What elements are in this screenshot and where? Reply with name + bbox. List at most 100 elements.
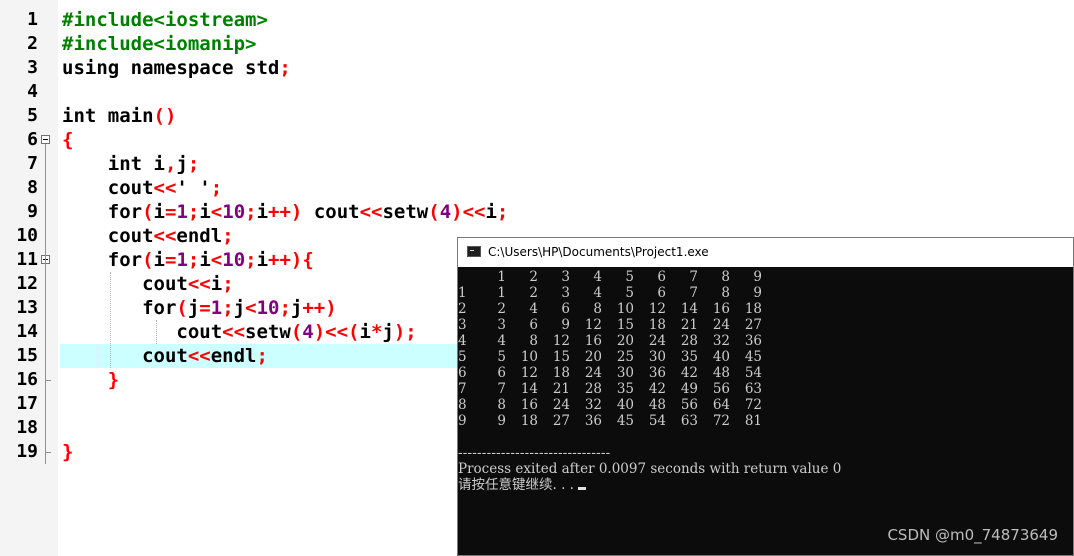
code-line[interactable]: cout<<' '; xyxy=(62,176,222,200)
code-line[interactable]: cout<<endl; xyxy=(62,224,234,248)
code-token: << xyxy=(187,345,211,367)
code-token: ; xyxy=(279,57,291,79)
code-token: 1 xyxy=(176,249,188,271)
code-token: j xyxy=(382,321,394,343)
console-app-icon xyxy=(467,246,481,257)
console-cell: 12 xyxy=(648,301,666,317)
console-cell: 36 xyxy=(648,365,666,381)
code-line[interactable]: cout<<endl; xyxy=(62,344,268,368)
console-line: 请按任意键继续. . . xyxy=(458,477,1073,493)
console-cell: 36 xyxy=(744,333,762,349)
console-cell: 1 xyxy=(458,285,467,301)
console-cell: 4 xyxy=(529,301,538,317)
code-token: j xyxy=(233,297,246,319)
fold-line xyxy=(45,144,46,464)
console-cell: 8 xyxy=(721,269,730,285)
code-token: j xyxy=(176,153,188,175)
console-cell: 7 xyxy=(689,269,698,285)
code-line[interactable]: } xyxy=(62,368,119,392)
code-token: ; xyxy=(279,297,291,319)
code-token: * xyxy=(370,321,383,343)
code-token: #include<iostream> xyxy=(62,9,268,31)
console-cell: 8 xyxy=(721,285,730,301)
console-cell: 18 xyxy=(520,413,538,429)
console-line: 7 7 14 21 28 35 42 49 56 63 xyxy=(458,381,1073,397)
console-cell: 49 xyxy=(680,381,698,397)
code-line[interactable]: for(j=1;j<10;j++) xyxy=(62,296,337,320)
console-cell: 8 xyxy=(497,397,506,413)
code-token: << xyxy=(222,321,246,343)
line-number: 9 xyxy=(27,201,38,222)
code-token: endl xyxy=(210,345,257,367)
console-cell: 5 xyxy=(625,285,634,301)
console-cell: 56 xyxy=(712,381,730,397)
console-line: 4 4 8 12 16 20 24 28 32 36 xyxy=(458,333,1073,349)
console-cell: 6 xyxy=(657,269,666,285)
code-token: 1 xyxy=(210,297,223,319)
line-number: 2 xyxy=(27,33,38,54)
console-cell: 2 xyxy=(529,285,538,301)
code-token: = xyxy=(164,201,177,223)
code-line[interactable]: { xyxy=(62,128,73,152)
code-line[interactable]: #include<iomanip> xyxy=(62,32,256,56)
code-token: cout xyxy=(62,225,154,247)
code-line[interactable]: cout<<i; xyxy=(62,272,234,296)
console-line: 5 5 10 15 20 25 30 35 40 45 xyxy=(458,349,1073,365)
console-cell: 7 xyxy=(497,381,506,397)
console-cell: 10 xyxy=(520,349,538,365)
console-cell: 6 xyxy=(529,317,538,333)
code-token: for xyxy=(62,201,143,223)
code-line[interactable]: int main() xyxy=(62,104,176,128)
console-cell: 42 xyxy=(680,365,698,381)
console-cell: 2 xyxy=(497,301,506,317)
console-window[interactable]: C:\Users\HP\Documents\Project1.exe 12345… xyxy=(457,237,1074,556)
line-number: 4 xyxy=(27,81,38,102)
console-cell: 9 xyxy=(497,413,506,429)
code-line[interactable]: #include<iostream> xyxy=(62,8,268,32)
code-token: ( xyxy=(176,297,188,319)
console-cell: 24 xyxy=(648,333,666,349)
code-token: ; xyxy=(222,225,234,247)
code-token: < xyxy=(210,249,223,271)
code-line[interactable]: cout<<setw(4)<<(i*j); xyxy=(62,320,416,344)
code-token: int i xyxy=(62,153,165,175)
code-token: cout xyxy=(62,177,154,199)
line-number: 1 xyxy=(27,9,38,30)
code-line[interactable]: int i,j; xyxy=(62,152,200,176)
console-cell: 7 xyxy=(458,381,467,397)
console-line: 6 6 12 18 24 30 36 42 48 54 xyxy=(458,365,1073,381)
code-token: << xyxy=(187,273,211,295)
line-number: 14 xyxy=(16,321,38,342)
code-line[interactable]: for(i=1;i<10;i++) cout<<setw(4)<<i; xyxy=(62,200,509,224)
code-token: i xyxy=(199,249,211,271)
code-line[interactable]: } xyxy=(62,440,73,464)
fold-toggle-icon[interactable] xyxy=(41,135,50,144)
console-cell: 1 xyxy=(497,285,506,301)
console-line: 8 8 16 24 32 40 48 56 64 72 xyxy=(458,397,1073,413)
console-cell: 18 xyxy=(648,317,666,333)
console-line: 1 1 2 3 4 5 6 7 8 9 xyxy=(458,285,1073,301)
console-cell: 12 xyxy=(552,333,570,349)
code-token: ; xyxy=(256,345,268,367)
code-line[interactable]: using namespace std; xyxy=(62,56,291,80)
line-number: 16 xyxy=(16,369,38,390)
console-cell: 18 xyxy=(744,301,762,317)
code-token: } xyxy=(62,441,74,463)
code-token: ; xyxy=(187,249,200,271)
console-cell: 21 xyxy=(552,381,570,397)
console-line: 1 2 3 4 5 6 7 8 9 xyxy=(458,269,1073,285)
line-number: 6 xyxy=(27,129,38,150)
console-cell: 32 xyxy=(584,397,602,413)
console-title-bar[interactable]: C:\Users\HP\Documents\Project1.exe xyxy=(458,238,1073,267)
code-token: i xyxy=(485,201,497,223)
console-cell: 63 xyxy=(680,413,698,429)
console-output: 1 2 3 4 5 6 7 8 9 1 1 2 3 4 5 6 7 8 9 2 2 4 6 8 10 12 14 16 18 3 3 6 9 12… xyxy=(458,267,1073,555)
code-token: << xyxy=(359,201,383,223)
code-token: #include<iomanip> xyxy=(62,33,257,55)
code-token: ++){ xyxy=(268,249,314,271)
console-cell: 8 xyxy=(593,301,602,317)
code-token: < xyxy=(245,297,257,319)
code-line[interactable]: for(i=1;i<10;i++){ xyxy=(62,248,314,272)
code-token: 1 xyxy=(176,201,188,223)
console-cell: 9 xyxy=(753,285,762,301)
